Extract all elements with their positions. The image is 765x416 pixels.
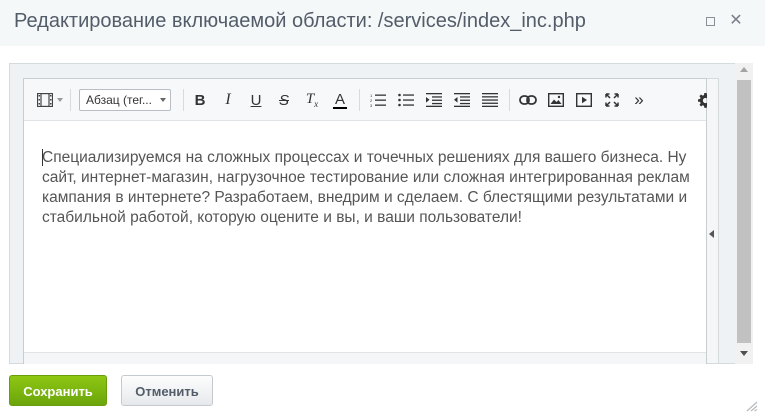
paragraph-style-value: Абзац (тег... [86, 93, 152, 107]
underline-button[interactable]: U [246, 88, 266, 112]
cancel-button[interactable]: Отменить [121, 375, 213, 406]
justify-button[interactable] [480, 88, 500, 112]
view-mode-button[interactable] [34, 88, 56, 112]
toolbar-divider [70, 89, 71, 111]
bold-icon: B [194, 91, 206, 109]
fullscreen-icon [605, 93, 619, 107]
editor-toolbar: Абзац (тег... B I U S Tx A 1 2 3 » [24, 79, 713, 121]
editor-dialog: Редактирование включаемой области: /serv… [0, 0, 765, 416]
unordered-list-button[interactable] [396, 88, 416, 112]
filmstrip-icon [37, 93, 53, 107]
close-button[interactable]: ✕ [726, 11, 746, 31]
italic-icon: I [225, 91, 231, 108]
remove-format-button[interactable]: Tx [302, 88, 322, 112]
link-icon [519, 95, 537, 105]
outdent-icon [454, 93, 470, 107]
remove-format-icon: Tx [305, 91, 319, 109]
link-button[interactable] [517, 88, 539, 112]
dialog-title: Редактирование включаемой области: /serv… [14, 10, 586, 32]
scroll-up-icon[interactable] [740, 67, 748, 72]
video-button[interactable] [573, 88, 595, 112]
strikethrough-icon: S [278, 91, 289, 109]
video-icon [576, 93, 592, 107]
toolbar-divider [509, 89, 510, 111]
image-button[interactable] [545, 88, 567, 112]
italic-button[interactable]: I [218, 88, 238, 112]
maximize-button[interactable] [700, 11, 720, 31]
more-button[interactable]: » [628, 88, 650, 112]
outdent-button[interactable] [452, 88, 472, 112]
font-color-swatch [333, 106, 347, 109]
svg-text:3: 3 [370, 103, 373, 107]
save-button[interactable]: Сохранить [9, 375, 107, 406]
align-justify-icon [482, 93, 498, 107]
indent-icon [426, 93, 442, 107]
editor-content[interactable]: Специализируемся на сложных процессах и … [24, 122, 706, 352]
editor-container: Абзац (тег... B I U S Tx A 1 2 3 » Специ… [9, 63, 753, 364]
paragraph-style-select[interactable]: Абзац (тег... [79, 89, 171, 111]
maximize-icon [705, 16, 715, 26]
unordered-list-icon [398, 93, 414, 107]
strikethrough-button[interactable]: S [274, 88, 294, 112]
toolbar-divider [359, 89, 360, 111]
toolbar-divider [183, 89, 184, 111]
font-color-icon: A [334, 90, 345, 108]
html-editor: Абзац (тег... B I U S Tx A 1 2 3 » Специ… [23, 78, 713, 364]
font-color-button[interactable]: A [330, 88, 350, 112]
fullscreen-button[interactable] [601, 88, 623, 112]
text-cursor [42, 149, 43, 166]
scrollbar-thumb[interactable] [737, 80, 751, 343]
double-chevron-right-icon: » [634, 90, 644, 109]
resize-grip-icon[interactable] [744, 400, 758, 412]
vertical-scrollbar[interactable] [735, 63, 753, 364]
bold-button[interactable]: B [190, 88, 210, 112]
underline-icon: U [250, 91, 262, 109]
image-icon [548, 93, 564, 107]
taskbar-collapse-panel[interactable] [707, 78, 719, 364]
ordered-list-icon: 123 [370, 93, 386, 107]
ordered-list-button[interactable]: 123 [368, 88, 388, 112]
chevron-down-icon [160, 98, 166, 102]
chevron-left-icon [709, 230, 714, 238]
chevron-down-icon [57, 98, 63, 102]
indent-button[interactable] [424, 88, 444, 112]
editor-statusbar [24, 352, 706, 364]
dialog-titlebar: Редактирование включаемой области: /serv… [0, 0, 765, 46]
scroll-down-icon[interactable] [740, 351, 748, 356]
close-icon: ✕ [729, 12, 743, 29]
